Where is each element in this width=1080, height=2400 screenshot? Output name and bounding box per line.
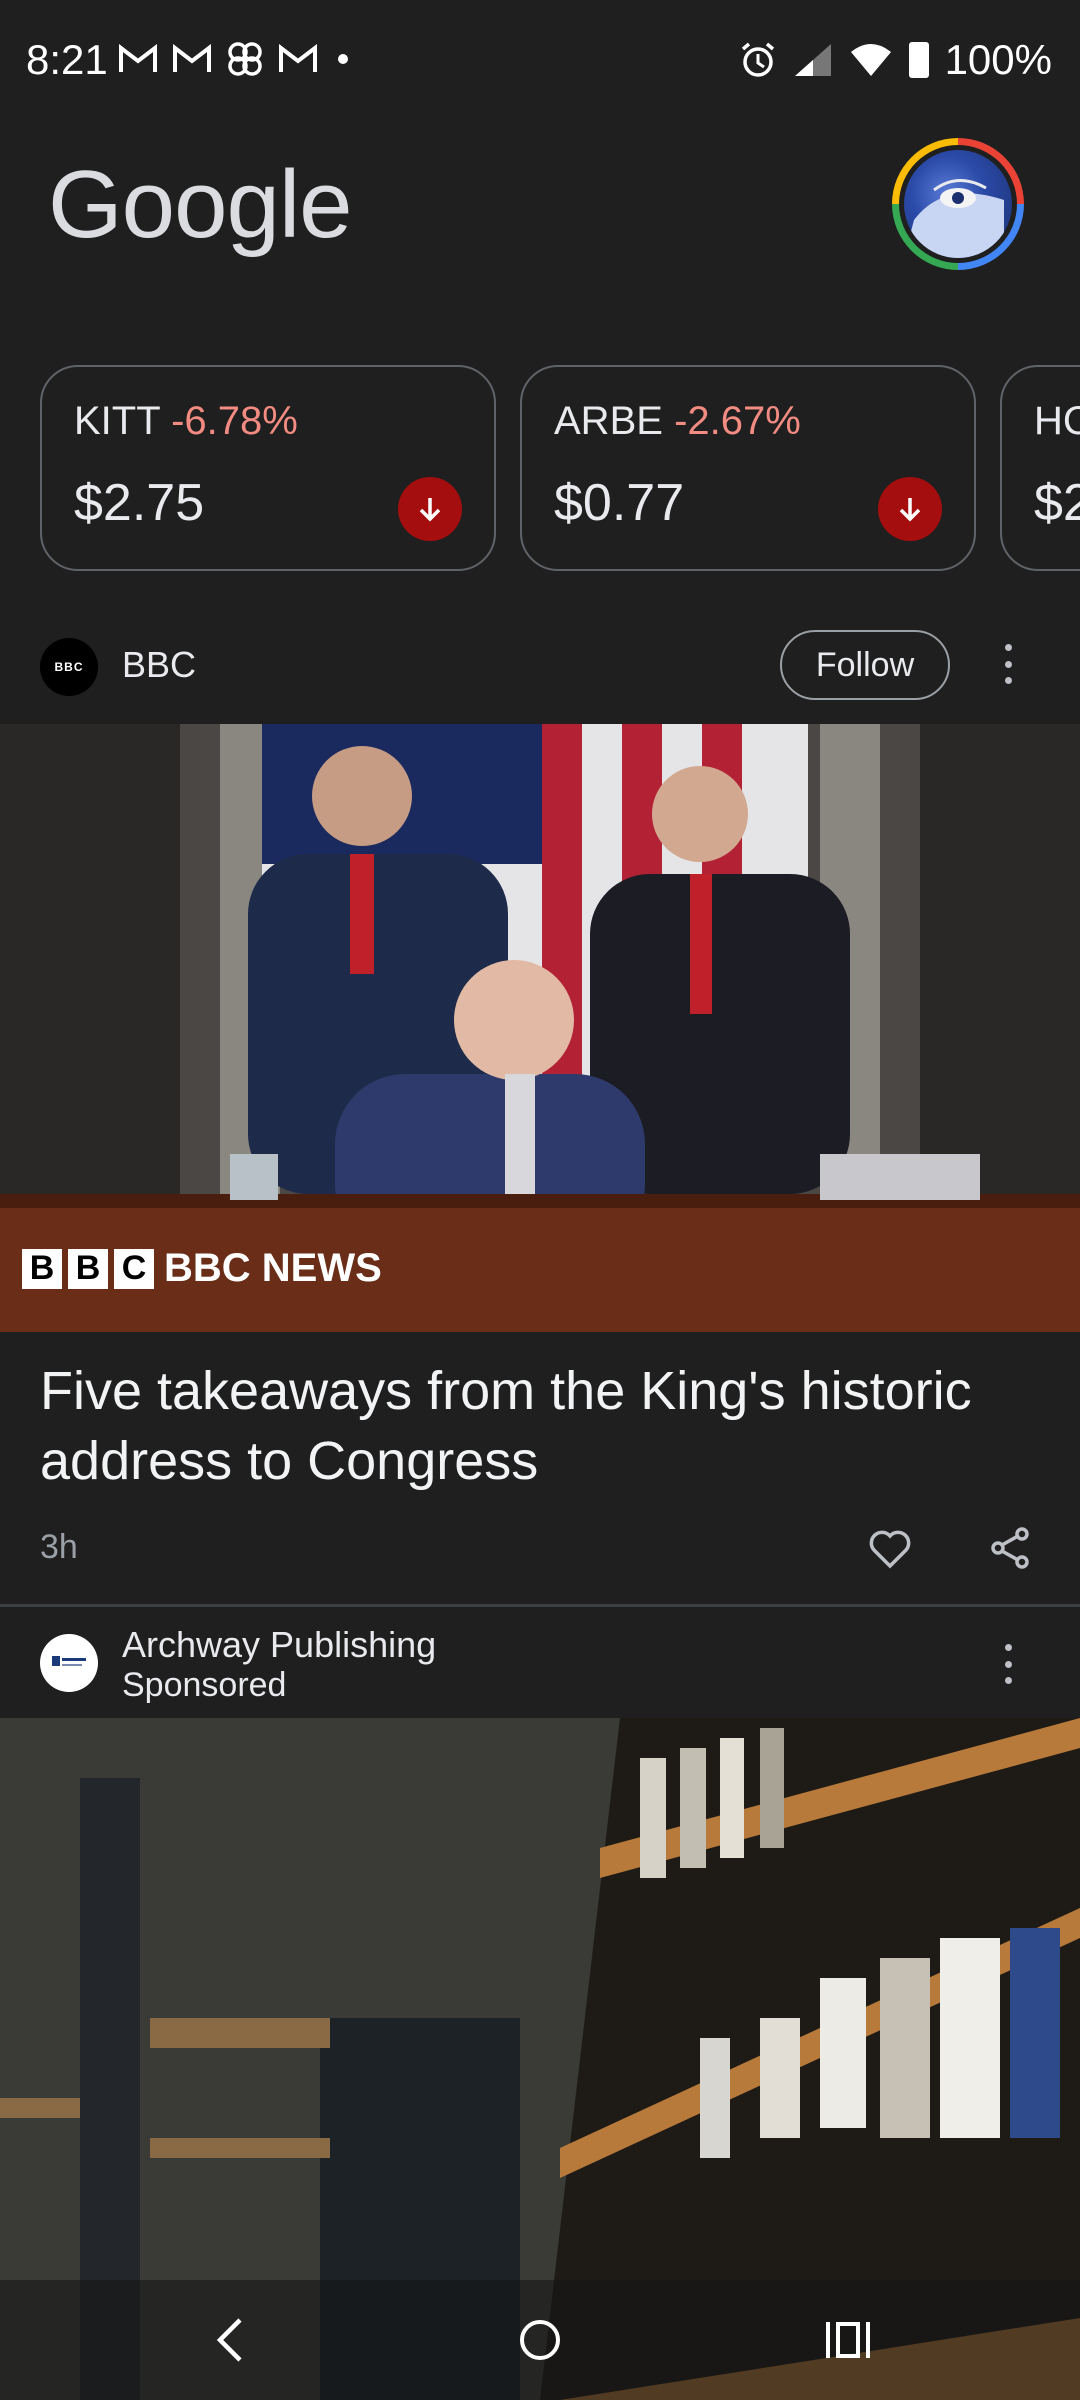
more-notifications-dot bbox=[338, 54, 348, 64]
alarm-icon bbox=[741, 42, 774, 77]
heart-icon[interactable] bbox=[866, 1524, 914, 1572]
gmail-icon bbox=[173, 44, 211, 72]
notification-icons bbox=[118, 40, 348, 78]
stock-change: -6.78% bbox=[171, 399, 298, 443]
google-logo[interactable]: Google bbox=[48, 150, 353, 260]
stock-change: -2.67% bbox=[674, 399, 801, 443]
bbc-logo[interactable]: BBC bbox=[40, 638, 98, 696]
battery-level: 100% bbox=[944, 36, 1052, 83]
sponsored-label: Sponsored bbox=[122, 1666, 287, 1704]
source-name[interactable]: BBC bbox=[122, 644, 196, 686]
archway-publishing-logo[interactable] bbox=[40, 1634, 98, 1692]
stock-symbol: HC bbox=[1034, 399, 1080, 443]
stock-symbol: KITT bbox=[74, 399, 160, 443]
stock-symbol: ARBE bbox=[554, 399, 663, 443]
article-source-row: BBC BBC Follow bbox=[0, 620, 1080, 708]
more-options-icon[interactable] bbox=[1002, 1644, 1014, 1684]
pinwheel-icon bbox=[228, 42, 262, 76]
system-navigation-bar bbox=[0, 2280, 1080, 2400]
wifi-icon bbox=[850, 44, 891, 76]
stock-price: $2.75 bbox=[74, 474, 205, 532]
battery-icon bbox=[908, 42, 929, 78]
home-icon[interactable] bbox=[518, 2318, 562, 2362]
article-time: 3h bbox=[40, 1528, 78, 1566]
gmail-icon bbox=[119, 44, 157, 72]
divider bbox=[0, 1604, 1080, 1607]
avatar-image bbox=[904, 150, 1012, 258]
back-icon[interactable] bbox=[212, 2316, 248, 2364]
arrow-down-icon bbox=[878, 477, 942, 541]
status-time: 8:21 bbox=[26, 36, 108, 83]
article-image[interactable]: B B C BBC NEWS bbox=[0, 724, 1080, 1332]
more-options-icon[interactable] bbox=[1002, 644, 1014, 684]
recent-apps-icon[interactable] bbox=[824, 2318, 872, 2362]
gmail-icon bbox=[279, 44, 317, 72]
sponsor-name[interactable]: Archway Publishing bbox=[122, 1624, 436, 1666]
stock-price: $0.77 bbox=[554, 474, 685, 532]
account-avatar[interactable] bbox=[892, 138, 1024, 270]
arrow-down-icon bbox=[398, 477, 462, 541]
signal-icon bbox=[794, 44, 831, 76]
stock-card[interactable]: HC $2 bbox=[1000, 365, 1080, 571]
stock-ticker-carousel[interactable]: KITT -6.78% $2.75 ARBE -2.67% $0.77 HC $… bbox=[0, 365, 1080, 575]
share-icon[interactable] bbox=[988, 1524, 1032, 1572]
stock-card[interactable]: ARBE -2.67% $0.77 bbox=[520, 365, 976, 571]
stock-price: $2 bbox=[1034, 474, 1080, 532]
stock-card[interactable]: KITT -6.78% $2.75 bbox=[40, 365, 496, 571]
follow-button[interactable]: Follow bbox=[780, 630, 950, 700]
status-bar: 8:21 100% bbox=[0, 0, 1080, 124]
article-title[interactable]: Five takeaways from the King's historic … bbox=[40, 1356, 1050, 1496]
status-right: 100% bbox=[739, 36, 1052, 84]
bbc-news-watermark: B B C BBC NEWS bbox=[22, 1246, 382, 1291]
